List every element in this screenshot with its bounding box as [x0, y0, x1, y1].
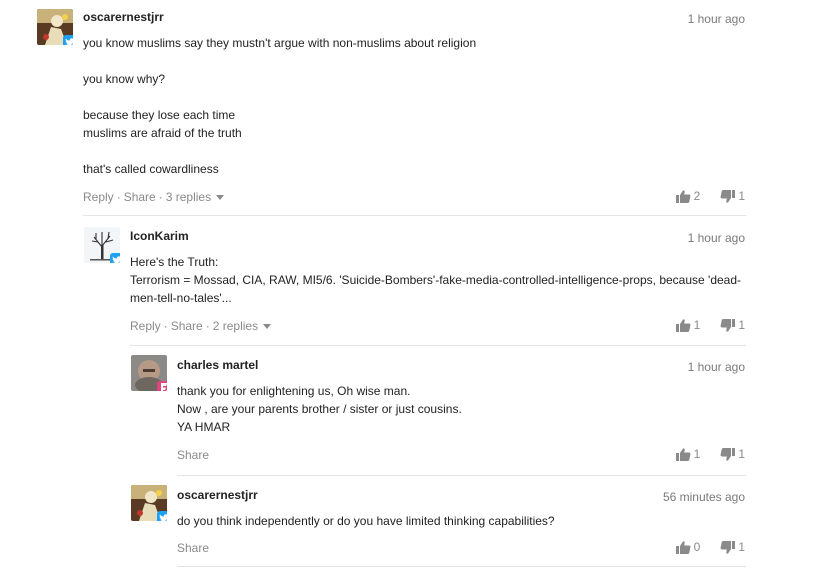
divider [177, 566, 746, 567]
avatar[interactable] [84, 227, 120, 263]
vote-controls: 1 1 [675, 318, 745, 332]
comment-line: muslims are afraid of the truth [83, 126, 242, 140]
separator-dot: · [205, 319, 210, 333]
separator-dot: · [158, 190, 163, 204]
thumbs-up-icon [675, 540, 691, 554]
comment-actions: Reply · Share · 3 replies [83, 190, 225, 204]
thumbs-up-icon [675, 189, 691, 203]
comment-timestamp[interactable]: 1 hour ago [688, 360, 745, 374]
comment-timestamp[interactable]: 1 hour ago [688, 231, 745, 245]
comment-line: do you think independently or do you hav… [177, 514, 555, 528]
comment-line: Now , are your parents brother / sister … [177, 402, 462, 416]
comment-author[interactable]: charles martel [177, 358, 258, 372]
upvote-button[interactable]: 1 [675, 318, 701, 332]
comment-line: that's called cowardliness [83, 162, 219, 176]
comment-timestamp[interactable]: 1 hour ago [688, 12, 745, 26]
comment-line [83, 88, 743, 106]
thumbs-up-icon [675, 447, 691, 461]
comment-timestamp[interactable]: 56 minutes ago [663, 490, 745, 504]
avatar[interactable] [131, 355, 167, 391]
twitter-icon [63, 35, 73, 45]
comment-actions: Share [177, 448, 209, 462]
comment: IconKarim 1 hour ago Here's the Truth: T… [0, 215, 834, 345]
downvote-count: 1 [738, 318, 745, 332]
reply-link[interactable]: Reply [130, 319, 161, 333]
thumbs-down-icon [720, 318, 736, 332]
downvote-count: 1 [738, 447, 745, 461]
upvote-button[interactable]: 0 [675, 540, 701, 554]
replies-count: 3 replies [165, 190, 212, 204]
upvote-button[interactable]: 2 [675, 189, 701, 203]
foursquare-icon [157, 381, 167, 391]
comment-line: thank you for enlightening us, Oh wise m… [177, 384, 411, 398]
upvote-count: 1 [693, 447, 701, 461]
comment-line: YA HMAR [177, 420, 231, 434]
share-link[interactable]: Share [171, 319, 203, 333]
downvote-count: 1 [738, 189, 745, 203]
twitter-icon [110, 253, 120, 263]
comment-actions: Reply · Share · 2 replies [130, 319, 272, 333]
thumbs-down-icon [720, 189, 736, 203]
comment-line: Here's the Truth: [130, 255, 219, 269]
upvote-count: 0 [693, 540, 701, 554]
share-link[interactable]: Share [177, 448, 209, 462]
comment: oscarernestjrr 56 minutes ago do you thi… [0, 475, 834, 570]
replies-toggle[interactable]: 3 replies [165, 190, 225, 204]
comment-line: you know muslims say they mustn't argue … [83, 36, 477, 50]
upvote-count: 1 [693, 318, 701, 332]
chevron-down-icon [263, 324, 272, 330]
comment-line: men-tell-no-tales'... [130, 291, 232, 305]
downvote-button[interactable]: 1 [720, 318, 745, 332]
comment-line: Terrorism = Mossad, CIA, RAW, MI5/6. 'Su… [130, 273, 742, 287]
downvote-button[interactable]: 1 [720, 189, 745, 203]
vote-controls: 2 1 [675, 189, 745, 203]
comment-author[interactable]: oscarernestjrr [83, 10, 164, 24]
share-link[interactable]: Share [177, 541, 209, 555]
reply-link[interactable]: Reply [83, 190, 114, 204]
comment-line [83, 142, 743, 160]
replies-count: 2 replies [212, 319, 259, 333]
downvote-count: 1 [738, 540, 745, 554]
downvote-button[interactable]: 1 [720, 540, 745, 554]
upvote-count: 2 [693, 189, 701, 203]
thumbs-up-icon [675, 318, 691, 332]
comment: charles martel 1 hour ago thank you for … [0, 345, 834, 475]
thumbs-down-icon [720, 540, 736, 554]
upvote-button[interactable]: 1 [675, 447, 701, 461]
comment-body: do you think independently or do you hav… [177, 512, 737, 530]
comment-author[interactable]: IconKarim [130, 229, 189, 243]
share-link[interactable]: Share [124, 190, 156, 204]
downvote-button[interactable]: 1 [720, 447, 745, 461]
avatar[interactable] [131, 485, 167, 521]
comment-line: because they lose each time [83, 108, 236, 122]
comment: oscarernestjrr 1 hour ago you know musli… [0, 0, 834, 215]
avatar[interactable] [37, 9, 73, 45]
comment-thread: oscarernestjrr 1 hour ago you know musli… [0, 0, 834, 570]
comment-body: Here's the Truth: Terrorism = Mossad, CI… [130, 253, 746, 307]
replies-toggle[interactable]: 2 replies [212, 319, 272, 333]
vote-controls: 0 1 [675, 540, 745, 554]
chevron-down-icon [216, 195, 225, 201]
comment-author[interactable]: oscarernestjrr [177, 488, 258, 502]
comment-body: you know muslims say they mustn't argue … [83, 34, 743, 178]
vote-controls: 1 1 [675, 447, 745, 461]
separator-dot: · [163, 319, 168, 333]
comment-line: you know why? [83, 72, 166, 86]
thumbs-down-icon [720, 447, 736, 461]
twitter-icon [157, 511, 167, 521]
separator-dot: · [116, 190, 121, 204]
comment-line [83, 52, 743, 70]
comment-actions: Share [177, 541, 209, 555]
comment-body: thank you for enlightening us, Oh wise m… [177, 382, 737, 436]
